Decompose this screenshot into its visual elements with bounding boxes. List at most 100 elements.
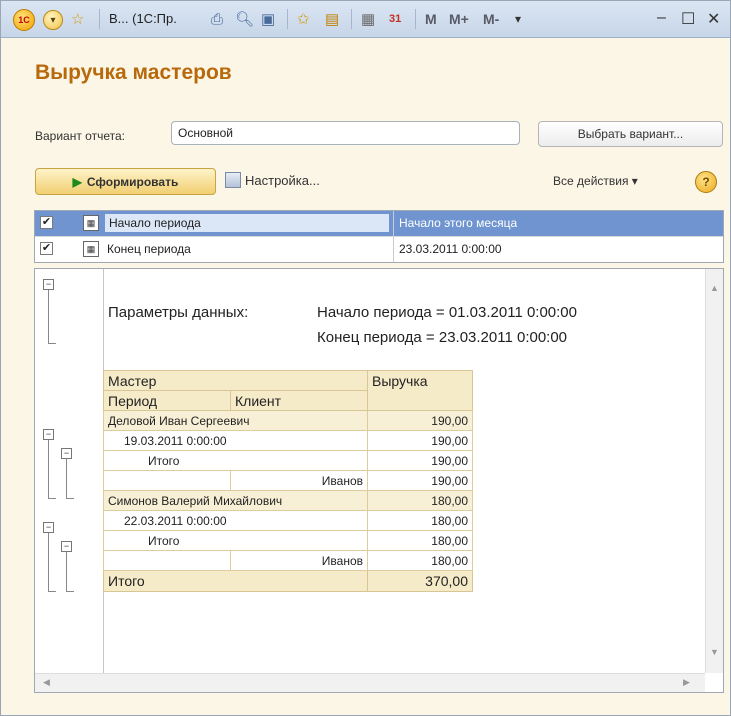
horizontal-scrollbar[interactable]: ◀ ▶ <box>35 673 705 692</box>
table-row[interactable]: Итого 180,00 <box>103 530 473 551</box>
params-line-end: Конец периода = 23.03.2011 0:00:00 <box>317 329 568 346</box>
revenue-cell: 180,00 <box>367 510 473 531</box>
settings-icon <box>225 172 241 188</box>
revenue-cell: 190,00 <box>367 410 473 431</box>
add-favorite-icon[interactable]: ✩ <box>297 9 310 29</box>
collapse-icon[interactable]: − <box>61 541 72 552</box>
parameter-value[interactable]: 23.03.2011 0:00:00 <box>399 242 502 256</box>
memory-minus-button[interactable]: M- <box>483 11 499 27</box>
master-cell: Симонов Валерий Михайлович <box>103 490 368 511</box>
table-row[interactable]: 19.03.2011 0:00:00 190,00 <box>103 430 473 451</box>
subtotal-cell: Итого <box>103 530 368 551</box>
header-period: Период <box>103 390 231 411</box>
play-icon: ▶ <box>72 174 82 189</box>
revenue-cell: 180,00 <box>367 550 473 571</box>
report-area: − − − − − Параметры данных: Начало перио… <box>34 268 724 693</box>
table-row[interactable]: Симонов Валерий Михайлович 180,00 <box>103 490 473 511</box>
choose-variant-button[interactable]: Выбрать вариант... <box>538 121 723 147</box>
revenue-cell: 190,00 <box>367 450 473 471</box>
parameter-value[interactable]: Начало этого месяца <box>399 216 517 230</box>
period-cell: 19.03.2011 0:00:00 <box>103 430 368 451</box>
save-icon[interactable]: ▣ <box>261 9 275 29</box>
outline-line <box>66 552 67 591</box>
params-label: Параметры данных: <box>108 304 249 321</box>
table-row[interactable]: 22.03.2011 0:00:00 180,00 <box>103 510 473 531</box>
toolbar-separator <box>351 9 352 29</box>
generate-button[interactable]: ▶ Сформировать <box>35 168 216 195</box>
collapse-icon[interactable]: − <box>43 429 54 440</box>
empty-cell <box>103 550 231 571</box>
toolbar-separator <box>287 9 288 29</box>
parameter-name: Конец периода <box>107 242 191 256</box>
revenue-cell: 180,00 <box>367 490 473 511</box>
menu-dropdown-icon[interactable]: ▾ <box>43 10 63 30</box>
toolbar-separator <box>415 9 416 29</box>
parameter-checkbox[interactable]: ✔ <box>40 242 53 255</box>
parameter-name: Начало периода <box>105 214 389 232</box>
outline-line <box>66 591 74 592</box>
window-title: В... (1С:Пр. <box>109 11 177 26</box>
revenue-cell: 190,00 <box>367 470 473 491</box>
scroll-up-icon[interactable]: ▲ <box>710 283 719 293</box>
revenue-cell: 190,00 <box>367 430 473 451</box>
variant-label: Вариант отчета: <box>35 129 125 143</box>
outline-line <box>48 343 56 344</box>
table-header-row: Мастер Выручка <box>103 370 473 411</box>
print-icon[interactable]: ⎙ <box>211 9 223 29</box>
empty-cell <box>103 470 231 491</box>
scroll-down-icon[interactable]: ▼ <box>710 647 719 657</box>
generate-label: Сформировать <box>86 174 179 189</box>
parameter-checkbox[interactable]: ✔ <box>40 216 53 229</box>
outline-line <box>66 498 74 499</box>
scroll-right-icon[interactable]: ▶ <box>683 677 690 688</box>
app-logo-icon[interactable]: 1С <box>13 9 35 31</box>
header-master: Мастер <box>103 370 368 391</box>
maximize-icon[interactable]: ☐ <box>681 9 695 29</box>
help-icon[interactable]: ? <box>695 171 717 193</box>
memory-plus-button[interactable]: M+ <box>449 11 469 27</box>
grouping-outline: − − − − − <box>35 269 104 673</box>
table-row[interactable]: Иванов 190,00 <box>103 470 473 491</box>
subtotal-cell: Итого <box>103 450 368 471</box>
client-cell: Иванов <box>230 470 368 491</box>
period-cell: 22.03.2011 0:00:00 <box>103 510 368 531</box>
memory-button[interactable]: M <box>425 11 437 27</box>
settings-button[interactable]: Настройка... <box>225 172 320 188</box>
master-cell: Деловой Иван Сергеевич <box>103 410 368 431</box>
vertical-scrollbar[interactable]: ▲ ▼ <box>705 269 723 673</box>
variant-field[interactable]: Основной <box>171 121 520 145</box>
total-value: 370,00 <box>367 570 473 592</box>
all-actions-menu[interactable]: Все действия ▾ <box>553 174 638 188</box>
total-label: Итого <box>103 570 368 592</box>
toolbar-overflow-icon[interactable]: ▾ <box>515 12 521 26</box>
calendar-icon: ▦ <box>83 241 99 257</box>
header-revenue: Выручка <box>367 370 473 411</box>
params-line-start: Начало периода = 01.03.2011 0:00:00 <box>317 304 577 321</box>
favorite-star-icon[interactable]: ☆ <box>71 9 84 29</box>
collapse-icon[interactable]: − <box>43 522 54 533</box>
total-row[interactable]: Итого 370,00 <box>103 570 473 592</box>
report-window: 1С ▾ ☆ В... (1С:Пр. ⎙ 🔍︎ ▣ ✩ ▤ ▦ 31 M M+… <box>0 0 731 716</box>
table-row[interactable]: Деловой Иван Сергеевич 190,00 <box>103 410 473 431</box>
parameter-row[interactable]: ✔ ▦ Конец периода 23.03.2011 0:00:00 <box>35 236 723 262</box>
header-client: Клиент <box>230 390 368 411</box>
bookmark-icon[interactable]: ▤ <box>325 9 339 29</box>
outline-line <box>48 533 49 591</box>
table-row[interactable]: Иванов 180,00 <box>103 550 473 571</box>
outline-line <box>48 498 56 499</box>
settings-label: Настройка... <box>245 172 320 188</box>
close-icon[interactable]: ✕ <box>707 9 720 29</box>
outline-line <box>48 440 49 498</box>
table-row[interactable]: Итого 190,00 <box>103 450 473 471</box>
collapse-icon[interactable]: − <box>61 448 72 459</box>
print-preview-icon[interactable]: 🔍︎ <box>235 9 254 29</box>
page-title: Выручка мастеров <box>35 61 232 84</box>
parameters-table: ✔ ▦ Начало периода Начало этого месяца ✔… <box>34 210 724 263</box>
collapse-icon[interactable]: − <box>43 279 54 290</box>
parameter-row[interactable]: ✔ ▦ Начало периода Начало этого месяца <box>35 211 723 236</box>
minimize-icon[interactable]: – <box>657 9 666 27</box>
calculator-icon[interactable]: ▦ <box>361 9 375 29</box>
calendar-icon[interactable]: 31 <box>389 9 401 29</box>
scroll-left-icon[interactable]: ◀ <box>43 677 50 688</box>
report-table: Мастер Выручка Период Клиент Деловой Ива… <box>103 370 473 592</box>
